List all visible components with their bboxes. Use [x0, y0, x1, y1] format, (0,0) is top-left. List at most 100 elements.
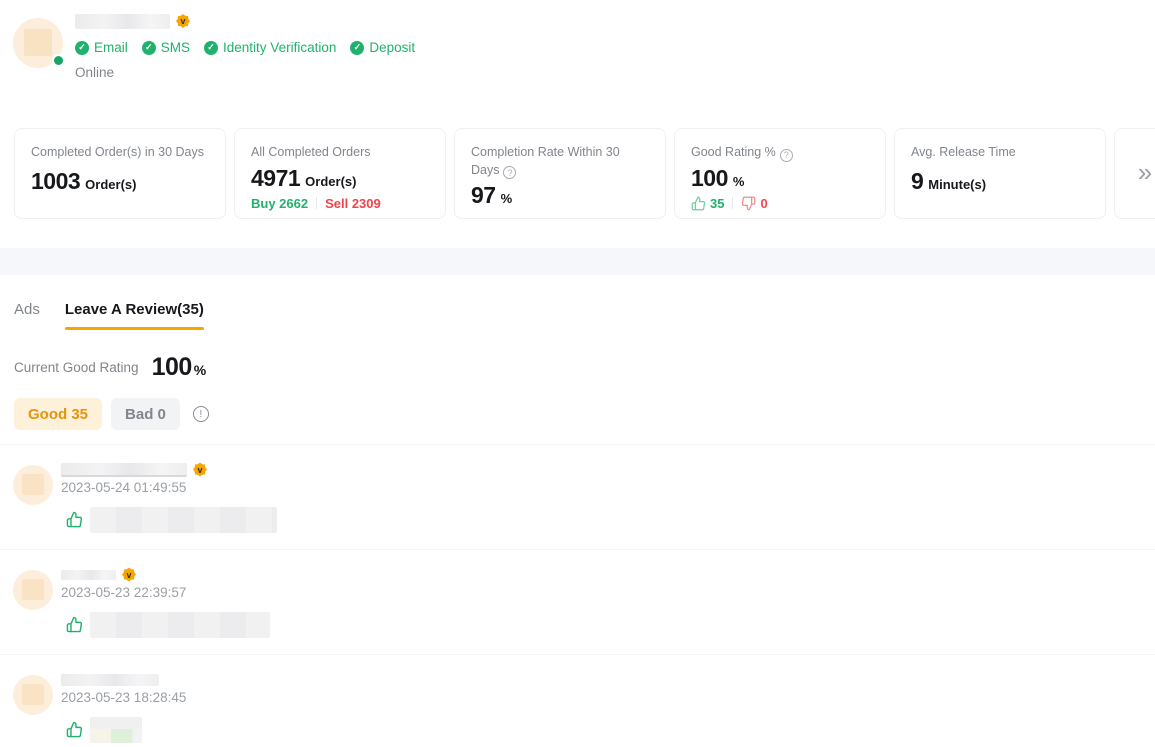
rating-value: 100 % [152, 353, 207, 382]
sell-count: Sell 2309 [325, 196, 381, 211]
review-text-redacted [90, 507, 277, 533]
reviewer-name-redacted [61, 674, 159, 686]
stat-card-completion-rate: Completion Rate Within 30 Days? 97 % [454, 128, 666, 219]
verified-user-icon: v [193, 463, 207, 477]
email-verified-badge: ✓ Email [75, 40, 128, 55]
reviewer-avatar [13, 465, 53, 505]
badge-label: Identity Verification [223, 40, 336, 55]
filter-chip-good[interactable]: Good 35 [14, 398, 102, 430]
thumbs-down-icon [741, 196, 756, 211]
rating-number: 100 [152, 353, 192, 382]
stat-label-text: Good Rating % [691, 145, 776, 159]
stat-unit: % [733, 174, 745, 189]
thumbs-down-value: 0 [760, 196, 767, 211]
review-timestamp: 2023-05-23 18:28:45 [61, 690, 186, 705]
stats-cards-row: Completed Order(s) in 30 Days 1003 Order… [14, 128, 1155, 219]
stat-unit: Order(s) [305, 174, 356, 189]
stat-unit: % [501, 191, 513, 206]
review-timestamp: 2023-05-24 01:49:55 [61, 480, 277, 495]
badge-label: Deposit [369, 40, 415, 55]
tab-leave-a-review[interactable]: Leave A Review(35) [65, 301, 204, 330]
tab-label: Ads [14, 301, 40, 318]
stat-card-good-rating: Good Rating %? 100 % 35 0 [674, 128, 886, 219]
stat-value: 97 [471, 182, 496, 209]
thumbs-up-value: 35 [710, 196, 724, 211]
reviewer-name-row: v [61, 462, 277, 477]
merchant-avatar [13, 18, 63, 68]
thumbs-up-icon [691, 196, 706, 211]
rating-percent-sign: % [194, 362, 206, 378]
expand-chevrons-icon[interactable]: » [1138, 159, 1152, 189]
stat-value: 4971 [251, 165, 300, 192]
rating-label: Current Good Rating [14, 360, 139, 375]
reviewer-name-row: v [61, 567, 270, 582]
review-text-redacted [90, 612, 270, 638]
stat-label: Good Rating %? [691, 144, 869, 162]
review-timestamp: 2023-05-23 22:39:57 [61, 585, 270, 600]
online-status-dot [52, 54, 65, 67]
info-icon[interactable]: ! [193, 406, 209, 422]
thumbs-up-icon [66, 721, 83, 738]
stats-expand-card[interactable]: » [1114, 128, 1155, 219]
check-icon: ✓ [142, 41, 156, 55]
stat-unit: Minute(s) [928, 177, 986, 192]
check-icon: ✓ [204, 41, 218, 55]
stat-value: 1003 [31, 168, 80, 195]
help-icon[interactable]: ? [503, 166, 516, 179]
merchant-name-row: v [75, 12, 415, 30]
reviewer-avatar [13, 675, 53, 715]
stat-card-all-completed: All Completed Orders 4971 Order(s) Buy 2… [234, 128, 446, 219]
merchant-profile-page: v ✓ Email ✓ SMS ✓ Identity Verification … [0, 0, 1155, 747]
stat-card-completed-30d: Completed Order(s) in 30 Days 1003 Order… [14, 128, 226, 219]
divider [732, 197, 733, 209]
review-filter-chips: Good 35 Bad 0 ! [14, 398, 1155, 430]
check-icon: ✓ [350, 41, 364, 55]
current-good-rating: Current Good Rating 100 % [14, 353, 1155, 382]
thumbs-up-icon [66, 511, 83, 528]
reviewer-avatar [13, 570, 53, 610]
profile-header: v ✓ Email ✓ SMS ✓ Identity Verification … [0, 0, 1155, 80]
stat-card-avg-release-time: Avg. Release Time 9 Minute(s) [894, 128, 1106, 219]
review-body [66, 612, 270, 638]
review-content: v 2023-05-24 01:49:55 [61, 462, 277, 533]
stat-label: All Completed Orders [251, 144, 429, 162]
badge-label: SMS [161, 40, 190, 55]
content-tabs: Ads Leave A Review(35) [14, 301, 1155, 330]
buy-sell-breakdown: Buy 2662 Sell 2309 [251, 196, 429, 211]
sms-verified-badge: ✓ SMS [142, 40, 190, 55]
thumbs-breakdown: 35 0 [691, 196, 869, 211]
verified-user-icon: v [122, 568, 136, 582]
review-content: 2023-05-23 18:28:45 [61, 672, 186, 743]
section-separator-band [0, 248, 1155, 275]
filter-chip-bad[interactable]: Bad 0 [111, 398, 180, 430]
stat-label: Completion Rate Within 30 Days? [471, 144, 649, 179]
badge-label: Email [94, 40, 128, 55]
review-item: v 2023-05-23 22:39:57 [0, 549, 1155, 654]
check-icon: ✓ [75, 41, 89, 55]
reviewer-name-redacted [61, 570, 116, 580]
thumbs-up-icon [66, 616, 83, 633]
profile-info: v ✓ Email ✓ SMS ✓ Identity Verification … [75, 10, 415, 80]
buy-count: Buy 2662 [251, 196, 308, 211]
thumbs-down-count: 0 [741, 196, 767, 211]
merchant-name-redacted [75, 14, 170, 29]
online-status-text: Online [75, 65, 415, 80]
stat-value: 9 [911, 168, 923, 195]
review-body [66, 507, 277, 533]
reviewer-name-redacted [61, 463, 187, 477]
thumbs-up-count: 35 [691, 196, 724, 211]
review-item: v 2023-05-24 01:49:55 [0, 444, 1155, 549]
deposit-verified-badge: ✓ Deposit [350, 40, 415, 55]
review-item: 2023-05-23 18:28:45 [0, 654, 1155, 747]
review-content: v 2023-05-23 22:39:57 [61, 567, 270, 638]
identity-verified-badge: ✓ Identity Verification [204, 40, 336, 55]
tab-ads[interactable]: Ads [14, 301, 40, 318]
active-tab-underline [65, 327, 204, 330]
stat-value: 100 [691, 165, 728, 192]
stat-unit: Order(s) [85, 177, 136, 192]
help-icon[interactable]: ? [780, 149, 793, 162]
review-body [66, 717, 186, 743]
tab-label: Leave A Review(35) [65, 301, 204, 318]
stat-label: Completed Order(s) in 30 Days [31, 144, 209, 162]
verified-merchant-icon: v [176, 14, 190, 28]
